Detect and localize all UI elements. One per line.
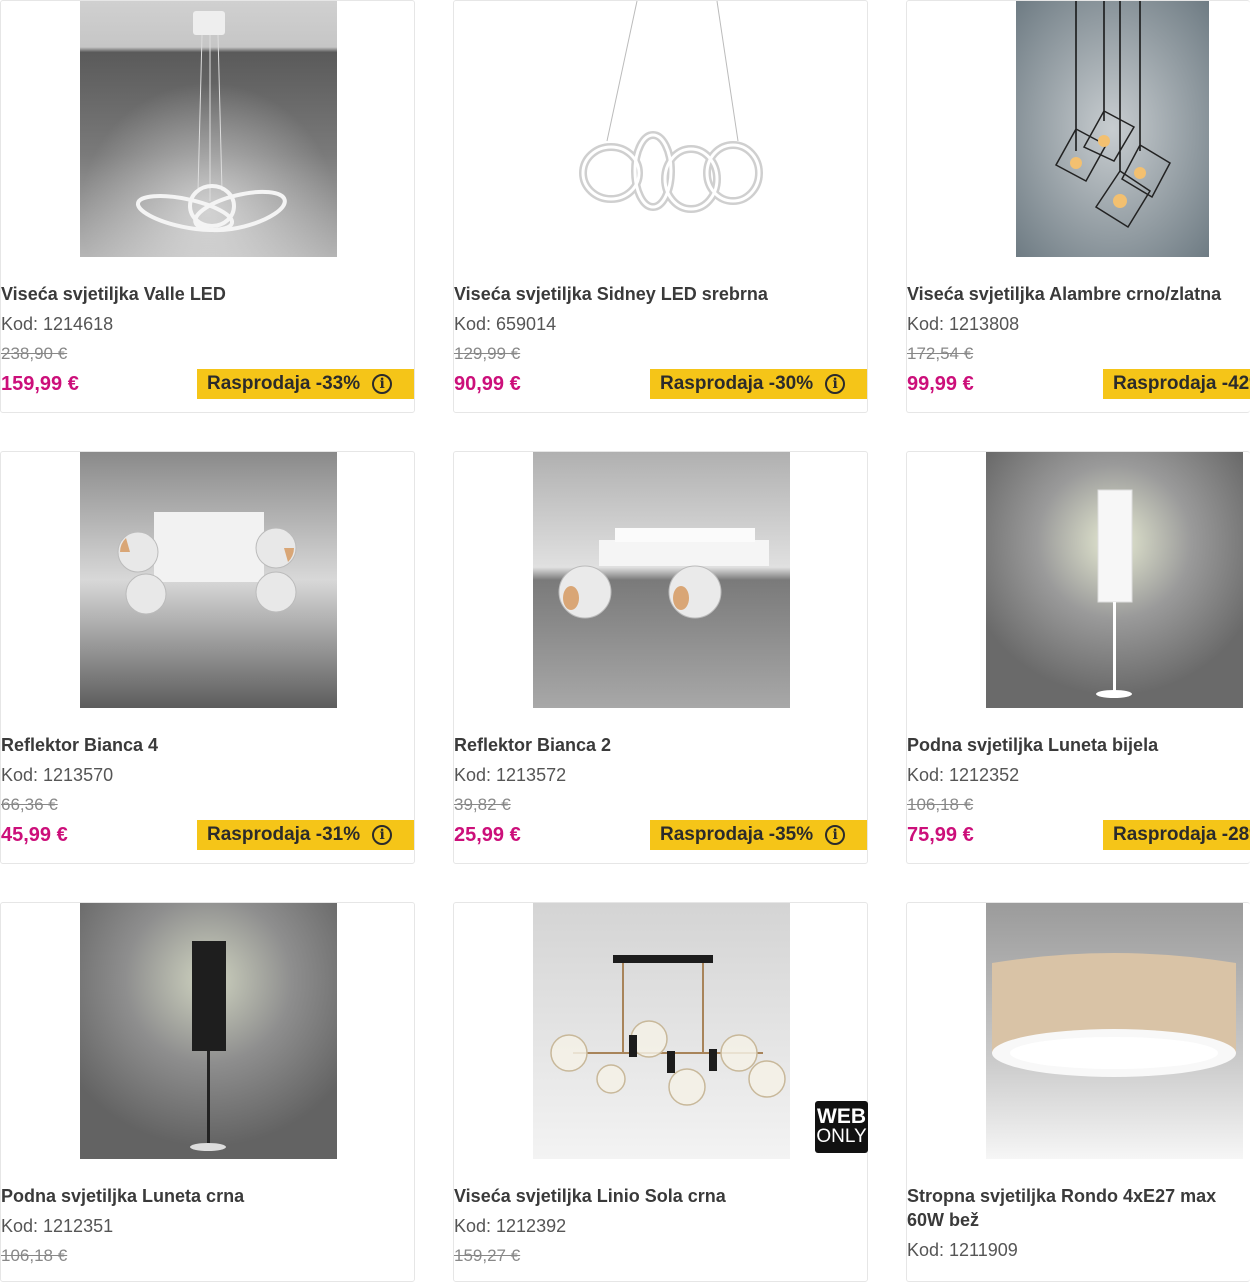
swirl-pendant-lamp-image[interactable] (80, 1, 337, 257)
product-name[interactable]: Viseća svjetiljka Alambre crno/zlatna (907, 282, 1250, 306)
globe-chandelier-image[interactable] (533, 903, 790, 1159)
sale-badge-label: Rasprodaja -28% (1113, 824, 1250, 845)
product-code: Kod: 1211909 (907, 1240, 1018, 1260)
product-code: Kod: 1212392 (454, 1216, 567, 1236)
sale-badge[interactable]: Rasprodaja -42%i (1103, 369, 1250, 399)
product-card[interactable]: Viseća svjetiljka Sidney LED srebrna Kod… (453, 0, 868, 413)
old-price: 238,90 € (1, 344, 68, 363)
product-code: Kod: 1214618 (1, 314, 114, 334)
old-price: 129,99 € (454, 344, 521, 363)
old-price: 106,18 € (1, 1246, 68, 1265)
sale-price: 25,99 € (454, 824, 521, 846)
product-card[interactable]: Reflektor Bianca 2 Kod: 1213572 39,82 € … (453, 451, 868, 864)
sale-badge-label: Rasprodaja -33% (207, 373, 361, 394)
info-icon[interactable]: i (825, 374, 846, 394)
product-name[interactable]: Podna svjetiljka Luneta bijela (907, 733, 1250, 757)
sale-price: 159,99 € (1, 373, 79, 395)
product-card[interactable]: Reflektor Bianca 4 Kod: 1213570 66,36 € … (0, 451, 415, 864)
sale-badge[interactable]: Rasprodaja -33% i (197, 369, 414, 399)
sale-price: 75,99 € (907, 824, 974, 846)
old-price: 39,82 € (454, 795, 511, 814)
product-card[interactable]: Viseća svjetiljka Alambre crno/zlatna Ko… (906, 0, 1250, 413)
old-price: 172,54 € (907, 344, 974, 363)
sale-price: 99,99 € (907, 373, 974, 395)
sale-badge[interactable]: Rasprodaja -30% i (650, 369, 867, 399)
spotlight-4-image[interactable] (80, 452, 337, 708)
drum-ceiling-lamp-image[interactable] (986, 903, 1243, 1159)
product-name[interactable]: Viseća svjetiljka Linio Sola crna (454, 1184, 864, 1208)
product-code: Kod: 1213808 (907, 314, 1020, 334)
sale-badge[interactable]: Rasprodaja -35% i (650, 820, 867, 850)
floor-lamp-white-image[interactable] (986, 452, 1243, 708)
web-only-line1: WEB (817, 1105, 866, 1128)
sale-price: 90,99 € (454, 373, 521, 395)
sale-badge-label: Rasprodaja -31% (207, 824, 361, 845)
product-name[interactable]: Reflektor Bianca 4 (1, 733, 411, 757)
product-name[interactable]: Reflektor Bianca 2 (454, 733, 864, 757)
product-name[interactable]: Viseća svjetiljka Sidney LED srebrna (454, 282, 864, 306)
floor-lamp-black-image[interactable] (80, 903, 337, 1159)
product-code: Kod: 659014 (454, 314, 557, 334)
old-price: 159,27 € (454, 1246, 521, 1265)
web-only-badge: WEB ONLY (815, 1101, 868, 1153)
spotlight-2-image[interactable] (533, 452, 790, 708)
product-card[interactable]: Podna svjetiljka Luneta bijela Kod: 1212… (906, 451, 1250, 864)
product-card[interactable]: Viseća svjetiljka Linio Sola crna Kod: 1… (453, 902, 868, 1282)
product-card[interactable]: Viseća svjetiljka Valle LED Kod: 1214618… (0, 0, 415, 413)
product-code: Kod: 1213572 (454, 765, 567, 785)
product-code: Kod: 1212352 (907, 765, 1020, 785)
sale-badge[interactable]: Rasprodaja -31% i (197, 820, 414, 850)
web-only-line2: ONLY (816, 1126, 867, 1147)
info-icon[interactable]: i (372, 825, 393, 845)
product-name[interactable]: Podna svjetiljka Luneta crna (1, 1184, 411, 1208)
info-icon[interactable]: i (825, 825, 846, 845)
product-card[interactable]: Stropna svjetiljka Rondo 4xE27 max 60W b… (906, 902, 1250, 1282)
product-name[interactable]: Stropna svjetiljka Rondo 4xE27 max 60W b… (907, 1184, 1250, 1232)
product-card[interactable]: Podna svjetiljka Luneta crna Kod: 121235… (0, 902, 415, 1282)
sale-badge-label: Rasprodaja -30% (660, 373, 814, 394)
cube-pendant-lamp-image[interactable] (1016, 1, 1209, 257)
old-price: 66,36 € (1, 795, 58, 814)
product-name[interactable]: Viseća svjetiljka Valle LED (1, 282, 411, 306)
ring-pendant-lamp-image[interactable] (533, 1, 790, 257)
product-code: Kod: 1213570 (1, 765, 114, 785)
sale-badge-label: Rasprodaja -35% (660, 824, 814, 845)
product-code: Kod: 1212351 (1, 1216, 114, 1236)
sale-badge[interactable]: Rasprodaja -28%i (1103, 820, 1250, 850)
old-price: 106,18 € (907, 795, 974, 814)
sale-price: 45,99 € (1, 824, 68, 846)
sale-badge-label: Rasprodaja -42% (1113, 373, 1250, 394)
info-icon[interactable]: i (372, 374, 393, 394)
